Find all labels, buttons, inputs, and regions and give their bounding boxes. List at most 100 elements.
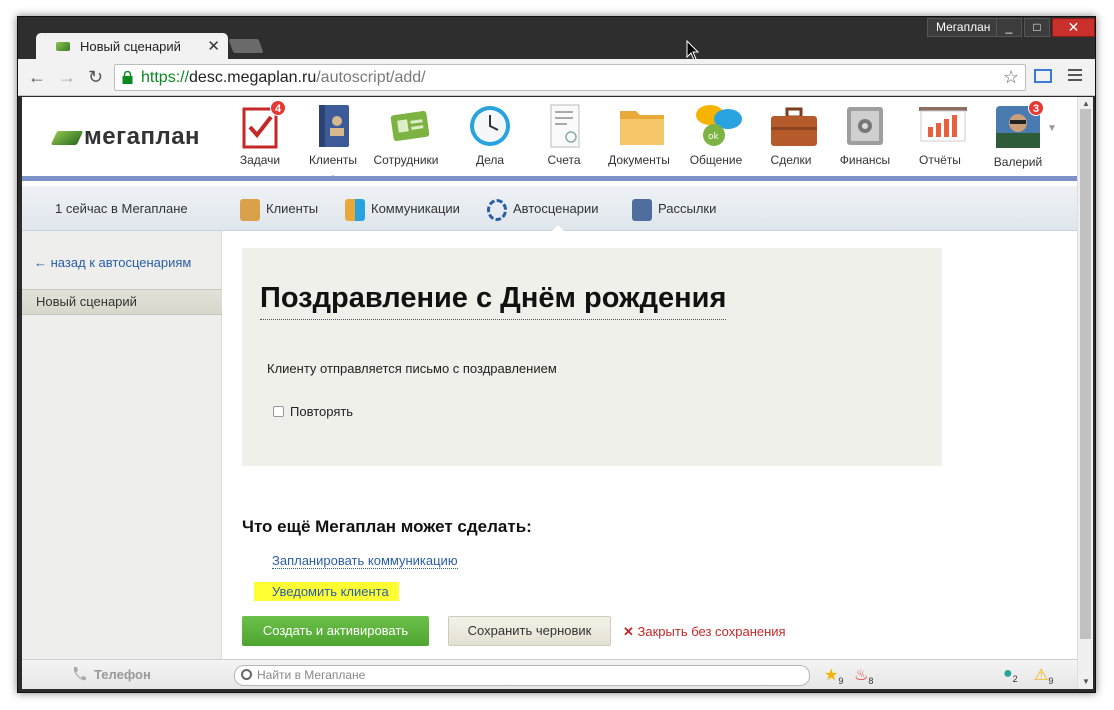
title-bar: Новый сценарий ✕ Мегаплан _ □ ✕ <box>18 17 1095 59</box>
mouse-cursor-icon <box>686 40 700 61</box>
bottom-bar: Телефон Найти в Мегаплане ★9 ♨8 ●2 ⚠9 <box>22 659 1077 689</box>
back-arrow-icon[interactable]: ← <box>28 67 46 88</box>
favorites-star-icon[interactable]: ★9 <box>824 665 843 686</box>
address-bar[interactable]: https://desc.megaplan.ru/autoscript/add/… <box>114 64 1026 91</box>
create-and-activate-button[interactable]: Создать и активировать <box>242 616 429 646</box>
cast-icon[interactable] <box>1034 69 1052 83</box>
user-menu-chevron-icon[interactable]: ▼ <box>1047 123 1057 134</box>
close-without-saving-link[interactable]: ✕ Закрыть без сохранения <box>623 624 786 640</box>
folder-icon <box>617 103 664 149</box>
user-avatar: 3 <box>996 100 1044 149</box>
phone-icon <box>74 667 86 681</box>
nav-user[interactable]: 3 Валерий <box>978 100 1058 169</box>
tab-close-icon[interactable]: ✕ <box>207 37 220 55</box>
svg-text:ok: ok <box>708 132 720 142</box>
search-placeholder: Найти в Мегаплане <box>257 668 366 682</box>
tab-title: Новый сценарий <box>80 39 181 54</box>
nav-clients[interactable]: Клиенты <box>293 103 373 167</box>
nav-affairs[interactable]: Дела <box>450 103 530 167</box>
briefcase-icon <box>769 103 817 149</box>
close-link-label: Закрыть без сохранения <box>637 624 786 639</box>
sub-navigation: 1 сейчас в Мегаплане Клиенты Коммуникаци… <box>22 186 1077 231</box>
subnav-label: Клиенты <box>266 201 319 216</box>
nav-deals[interactable]: Сделки <box>751 103 831 167</box>
subnav-communications[interactable]: Коммуникации <box>345 197 460 221</box>
scrollbar-thumb[interactable] <box>1080 109 1091 639</box>
nav-label: Счета <box>547 153 581 167</box>
nav-employees[interactable]: Сотрудники <box>366 103 446 167</box>
nav-documents[interactable]: Документы <box>599 103 679 167</box>
reload-icon[interactable]: ↻ <box>88 67 103 88</box>
logo-mark-icon <box>50 130 84 145</box>
nav-label: Клиенты <box>308 153 358 167</box>
subnav-label: Рассылки <box>658 201 717 216</box>
close-x-icon: ✕ <box>623 624 638 639</box>
repeat-checkbox[interactable] <box>273 406 284 417</box>
window-close-button[interactable]: ✕ <box>1052 18 1095 37</box>
browser-tab[interactable]: Новый сценарий ✕ <box>36 33 228 59</box>
forward-arrow-icon[interactable]: → <box>58 67 76 88</box>
address-book-icon <box>311 103 355 149</box>
subnav-label: Автосценарии <box>513 201 599 216</box>
warning-icon[interactable]: ⚠9 <box>1034 665 1053 686</box>
nav-communication[interactable]: ok Общение <box>676 103 756 167</box>
sidebar-item-new-scenario[interactable]: Новый сценарий <box>22 289 222 315</box>
subnav-clients[interactable]: Клиенты <box>240 197 318 221</box>
scroll-down-icon[interactable]: ▼ <box>1082 677 1090 686</box>
profile-button[interactable]: Мегаплан <box>927 18 1000 37</box>
nav-label: Общение <box>689 153 743 167</box>
online-status: 1 сейчас в Мегаплане <box>55 201 188 216</box>
repeat-option[interactable]: Повторять <box>273 404 353 419</box>
url-scheme: https:// <box>141 69 190 86</box>
favicon-icon <box>56 42 70 51</box>
tasks-badge: 4 <box>270 100 286 116</box>
phone-label[interactable]: Телефон <box>94 667 151 682</box>
browser-menu-icon[interactable] <box>1068 69 1082 84</box>
logo-text: мегаплан <box>84 123 201 150</box>
search-icon <box>241 669 252 680</box>
more-actions-heading: Что ещё Мегаплан может сделать: <box>242 517 532 536</box>
bookmark-star-icon[interactable]: ☆ <box>1003 65 1019 90</box>
safe-icon <box>843 103 887 149</box>
scenario-title[interactable]: Поздравление с Днём рождения <box>260 282 727 320</box>
chat-count: 2 <box>1012 674 1018 685</box>
nav-reports[interactable]: Отчёты <box>900 103 980 167</box>
user-name: Валерий <box>993 155 1043 169</box>
invoice-icon <box>542 103 586 149</box>
nav-label: Документы <box>608 153 670 167</box>
nav-finances[interactable]: Финансы <box>825 103 905 167</box>
nav-label: Финансы <box>839 153 891 167</box>
subnav-mailings[interactable]: Рассылки <box>632 197 716 221</box>
clock-icon <box>468 103 512 149</box>
active-subnav-caret <box>552 225 564 231</box>
vertical-scrollbar[interactable]: ▲ ▼ <box>1077 97 1093 689</box>
new-tab-button[interactable] <box>228 39 264 53</box>
chat-bubble-icon[interactable]: ●2 <box>1003 665 1018 684</box>
sidebar: ← назад к автосценариям Новый сценарий <box>22 231 222 671</box>
employees-badge-icon <box>384 103 430 149</box>
handshake-icon <box>345 198 365 221</box>
nav-tasks[interactable]: 4 Задачи <box>220 100 300 167</box>
hot-count: 8 <box>868 676 874 687</box>
global-search-input[interactable]: Найти в Мегаплане <box>234 665 810 686</box>
megaplan-logo[interactable]: мегаплан <box>50 123 201 151</box>
browser-window: Новый сценарий ✕ Мегаплан _ □ ✕ ← → ↻ ht… <box>17 16 1096 693</box>
nav-invoices[interactable]: Счета <box>524 103 604 167</box>
nav-label: Дела <box>475 153 505 167</box>
page-viewport: мегаплан 4 Задачи Клиенты Сотрудники Дел… <box>22 97 1077 689</box>
maximize-button[interactable]: □ <box>1024 18 1050 37</box>
repeat-label: Повторять <box>290 404 354 419</box>
subnav-autoscripts[interactable]: Автосценарии <box>487 197 599 221</box>
reports-chart-icon <box>918 103 967 149</box>
back-to-autoscripts-link[interactable]: ← назад к автосценариям <box>34 255 191 270</box>
minimize-button[interactable]: _ <box>996 18 1022 37</box>
hot-fire-icon[interactable]: ♨8 <box>854 665 873 686</box>
favorites-count: 9 <box>838 676 844 687</box>
scroll-up-icon[interactable]: ▲ <box>1082 99 1090 108</box>
contacts-icon <box>240 198 260 221</box>
schedule-communication-link[interactable]: Запланировать коммуникацию <box>272 553 458 569</box>
save-draft-button[interactable]: Сохранить черновик <box>448 616 611 646</box>
warning-count: 9 <box>1048 676 1054 687</box>
nav-label: Отчёты <box>919 153 961 167</box>
notify-client-link[interactable]: Уведомить клиента <box>254 582 399 601</box>
